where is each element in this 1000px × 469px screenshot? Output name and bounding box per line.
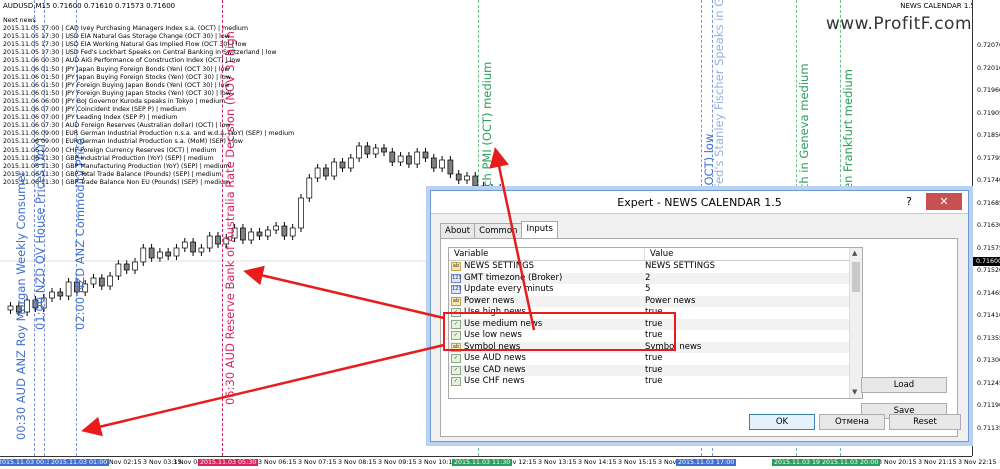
arrow-low bbox=[81, 343, 445, 437]
arrow-medium bbox=[243, 265, 445, 320]
price-chart[interactable]: 00:30 AUD ANZ Roy Morgan Weekly Consumer… bbox=[0, 0, 1000, 469]
annotation-arrows bbox=[81, 147, 536, 437]
arrow-high bbox=[489, 147, 536, 331]
